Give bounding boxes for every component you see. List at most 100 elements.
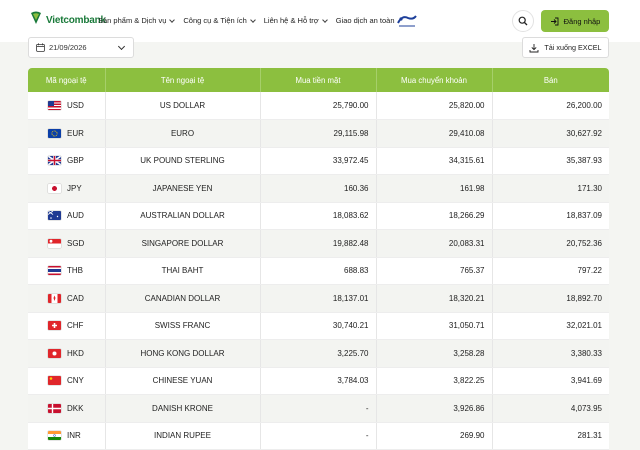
nav-contact[interactable]: Liên hệ & Hỗ trợ xyxy=(263,16,328,25)
vietcombank-logo-icon xyxy=(28,10,44,26)
currency-name: SWISS FRANC xyxy=(105,312,261,340)
cash-buy-rate: 3,784.03 xyxy=(260,367,377,395)
login-label: Đăng nhập xyxy=(563,16,601,26)
currency-name: CHINESE YUAN xyxy=(105,367,261,395)
sell-rate: 26,200.00 xyxy=(492,92,609,120)
search-icon xyxy=(518,16,528,26)
currency-name: CANADIAN DOLLAR xyxy=(105,284,261,313)
currency-code-cell: HKD xyxy=(28,339,106,368)
calendar-icon xyxy=(36,43,45,52)
transfer-buy-rate: 765.37 xyxy=(376,257,493,285)
table-row: EUR EURO 29,115.98 29,410.08 30,627.92 xyxy=(28,119,609,148)
chevron-down-icon xyxy=(169,16,176,23)
date-picker[interactable]: 21/09/2026 xyxy=(28,37,134,58)
currency-code-cell: EUR xyxy=(28,119,106,148)
transfer-buy-rate: 3,926.86 xyxy=(376,394,493,423)
cash-buy-rate: 33,972.45 xyxy=(260,147,377,175)
currency-name: UK POUND STERLING xyxy=(105,147,261,175)
ch-flag-icon xyxy=(48,321,61,331)
currency-code: CAD xyxy=(67,293,84,303)
header-cash-buy: Mua tiền mặt xyxy=(260,68,377,92)
sell-rate: 797.22 xyxy=(492,257,609,285)
table-row: HKD HONG KONG DOLLAR 3,225.70 3,258.28 3,380… xyxy=(28,339,609,368)
currency-code: EUR xyxy=(67,128,84,138)
currency-code: HKD xyxy=(67,348,84,358)
logo-text: Vietcombank xyxy=(46,15,106,26)
transfer-buy-rate: 269.90 xyxy=(376,422,493,450)
currency-code: DKK xyxy=(67,403,84,413)
table-row: CAD CANADIAN DOLLAR 18,137.01 18,320.21 18,8… xyxy=(28,284,609,313)
sell-rate: 35,387.93 xyxy=(492,147,609,175)
cash-buy-rate: 25,790.00 xyxy=(260,92,377,120)
date-value: 21/09/2026 xyxy=(49,43,87,52)
cash-buy-rate: 19,882.48 xyxy=(260,229,377,258)
download-excel-button[interactable]: Tải xuống EXCEL xyxy=(522,37,609,58)
table-row: CNY CHINESE YUAN 3,784.03 3,822.25 3,941.69 xyxy=(28,367,609,395)
search-button[interactable] xyxy=(512,10,534,32)
nav-contact-label: Liên hệ & Hỗ trợ xyxy=(263,16,319,25)
cash-buy-rate: - xyxy=(260,422,377,450)
au-flag-icon xyxy=(48,211,61,221)
sell-rate: 18,892.70 xyxy=(492,284,609,313)
cash-buy-rate: 3,225.70 xyxy=(260,339,377,368)
ca-flag-icon xyxy=(48,293,61,303)
table-row: USD US DOLLAR 25,790.00 25,820.00 26,200.00 xyxy=(28,92,609,120)
transfer-buy-rate: 29,410.08 xyxy=(376,119,493,148)
currency-code: GBP xyxy=(67,156,84,166)
currency-name: HONG KONG DOLLAR xyxy=(105,339,261,368)
dk-flag-icon xyxy=(48,403,61,413)
sell-rate: 3,380.33 xyxy=(492,339,609,368)
cash-buy-rate: 688.83 xyxy=(260,257,377,285)
currency-code: JPY xyxy=(67,183,82,193)
sell-rate: 4,073.95 xyxy=(492,394,609,423)
currency-name: US DOLLAR xyxy=(105,92,261,120)
currency-code: AUD xyxy=(67,211,84,221)
cash-buy-rate: 29,115.98 xyxy=(260,119,377,148)
currency-code: THB xyxy=(67,266,83,276)
nav-products[interactable]: Sản phẩm & Dịch vụ xyxy=(98,16,176,25)
transfer-buy-rate: 161.98 xyxy=(376,174,493,203)
sell-rate: 32,021.01 xyxy=(492,312,609,340)
table-row: JPY JAPANESE YEN 160.36 161.98 171.30 xyxy=(28,174,609,203)
currency-code-cell: JPY xyxy=(28,174,106,203)
table-row: INR INDIAN RUPEE -269.90 281.31 xyxy=(28,422,609,450)
nav-safe-transactions[interactable]: Giao dịch an toàn xyxy=(336,16,395,25)
sell-rate: 3,941.69 xyxy=(492,367,609,395)
nav-products-label: Sản phẩm & Dịch vụ xyxy=(98,16,167,25)
transfer-buy-rate: 20,083.31 xyxy=(376,229,493,258)
currency-name: SINGAPORE DOLLAR xyxy=(105,229,261,258)
currency-code: INR xyxy=(67,431,81,441)
sell-rate: 30,627.92 xyxy=(492,119,609,148)
dvi-badge-icon[interactable] xyxy=(396,14,418,28)
currency-code-cell: DKK xyxy=(28,394,106,423)
table-row: THB THAI BAHT 688.83 765.37 797.22 xyxy=(28,257,609,285)
currency-code-cell: CAD xyxy=(28,284,106,313)
currency-code-cell: INR xyxy=(28,422,106,450)
transfer-buy-rate: 18,320.21 xyxy=(376,284,493,313)
download-icon xyxy=(529,43,539,52)
cn-flag-icon xyxy=(48,376,61,386)
sell-rate: 281.31 xyxy=(492,422,609,450)
login-button[interactable]: Đăng nhập xyxy=(541,10,609,32)
table-row: SGD SINGAPORE DOLLAR 19,882.48 20,083.31 20,… xyxy=(28,229,609,258)
login-icon xyxy=(550,17,559,25)
cash-buy-rate: 30,740.21 xyxy=(260,312,377,340)
nav-safe-label: Giao dịch an toàn xyxy=(335,16,395,25)
top-header: Vietcombank Sản phẩm & Dịch vụ Công cụ &… xyxy=(0,0,640,42)
nav-tools[interactable]: Công cụ & Tiện ích xyxy=(183,16,256,25)
chevron-down-icon xyxy=(321,16,328,23)
cash-buy-rate: - xyxy=(260,394,377,423)
gb-flag-icon xyxy=(48,156,61,166)
chevron-down-icon xyxy=(249,16,256,23)
transfer-buy-rate: 25,820.00 xyxy=(376,92,493,120)
currency-name: EURO xyxy=(105,119,261,148)
sell-rate: 20,752.36 xyxy=(492,229,609,258)
transfer-buy-rate: 18,266.29 xyxy=(376,202,493,230)
sell-rate: 171.30 xyxy=(492,174,609,203)
currency-name: JAPANESE YEN xyxy=(105,174,261,203)
header-transfer-buy: Mua chuyển khoản xyxy=(376,68,493,92)
currency-code: CHF xyxy=(67,321,84,331)
sg-flag-icon xyxy=(48,238,61,248)
currency-name: INDIAN RUPEE xyxy=(105,422,261,450)
vietcombank-logo[interactable]: Vietcombank xyxy=(28,10,106,26)
